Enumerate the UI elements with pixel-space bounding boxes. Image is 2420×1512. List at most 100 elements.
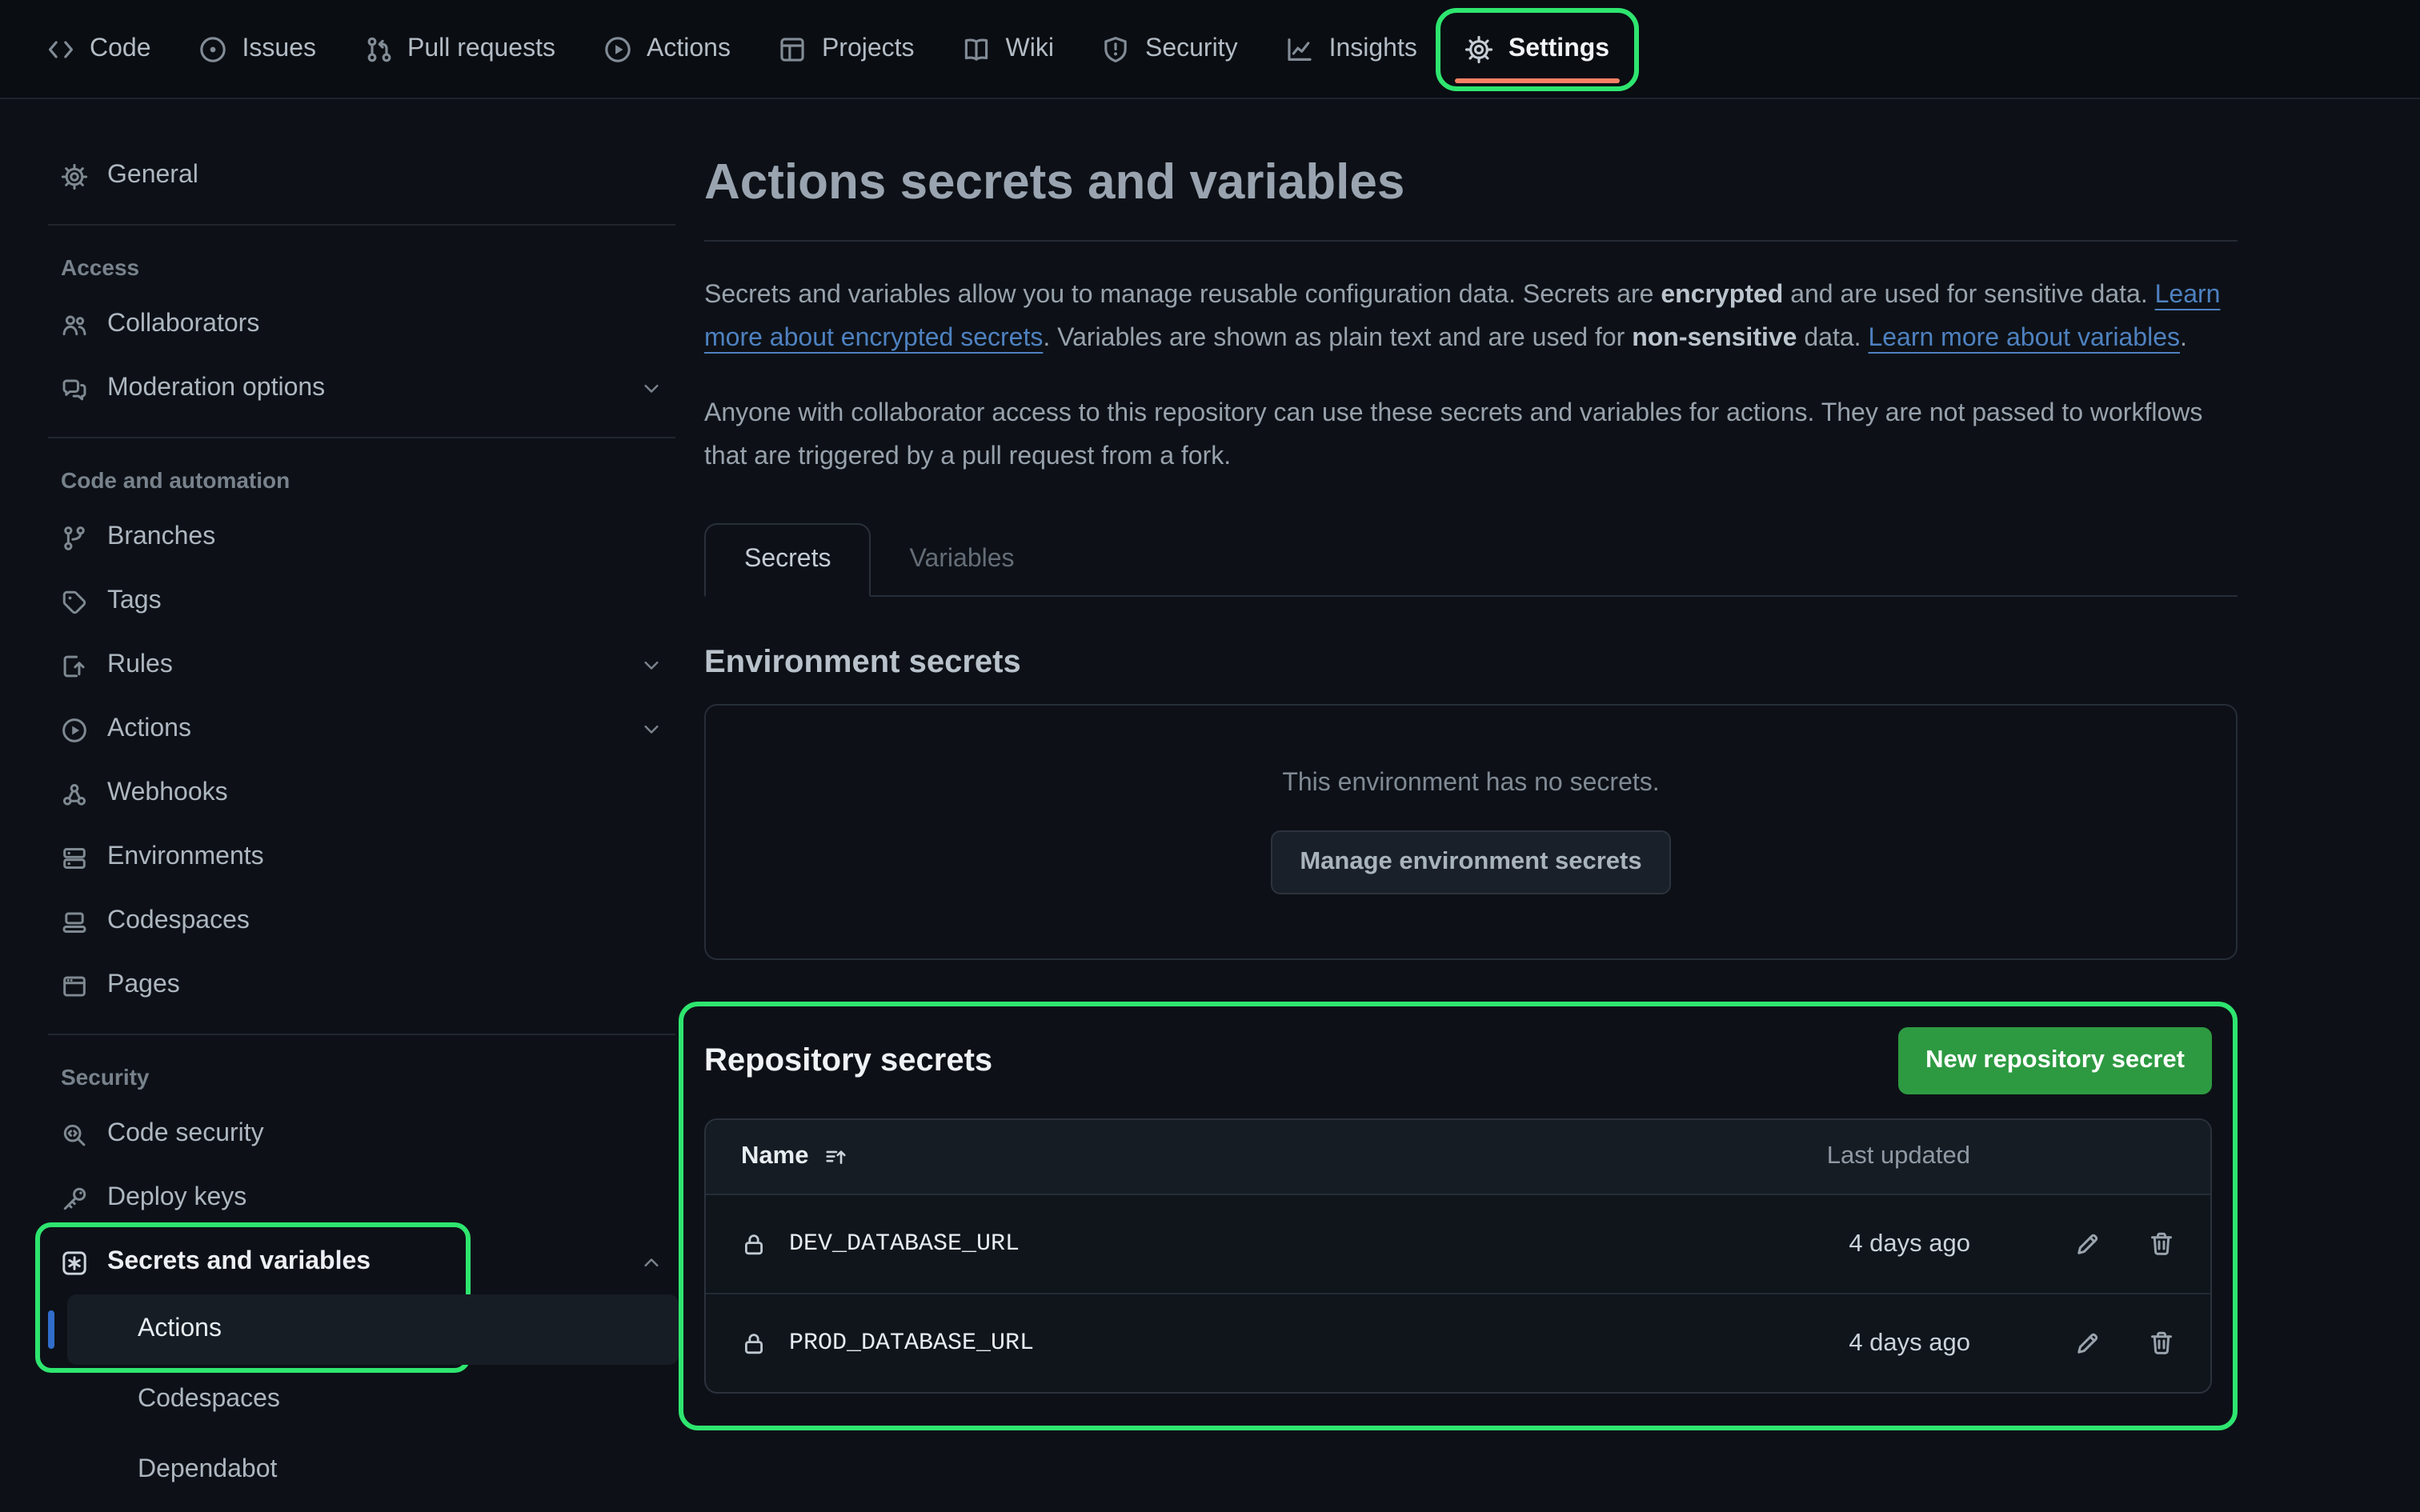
secret-last-updated: 4 days ago [1762,1329,1970,1358]
code-scan-icon [61,1121,88,1148]
code-icon [46,34,75,63]
tab-actions[interactable]: Actions [579,12,755,86]
sidebar-item-secrets-and-variables[interactable]: Secrets and variables [45,1230,679,1294]
gear-icon [1465,34,1494,63]
secrets-and-variables-group: Secrets and variables Actions [45,1230,679,1365]
asterisk-box-icon [61,1249,88,1276]
sidebar-section-access: Access [45,245,679,293]
sidebar-item-label: Codespaces [107,907,250,936]
collaborator-note: Anyone with collaborator access to this … [704,392,2238,478]
repo-tab-bar: Code Issues Pull requests Actions Projec… [0,0,2420,99]
tab-issues-label: Issues [242,34,317,63]
sidebar-item-label: Tags [107,587,162,616]
intro-text: Secrets and variables allow you to manag… [704,282,1661,309]
sidebar-item-label: Code security [107,1120,264,1149]
tab-wiki[interactable]: Wiki [939,12,1078,86]
comment-discussion-icon [61,375,88,402]
sidebar-divider [48,1034,675,1035]
sidebar-item-general[interactable]: General [45,144,679,208]
secrets-variables-tabs: Secrets Variables [704,523,2238,597]
issue-opened-icon [199,34,228,63]
tag-icon [61,588,88,615]
sidebar-item-moderation-options[interactable]: Moderation options [45,357,679,421]
secret-last-updated: 4 days ago [1762,1230,1970,1258]
tab-variables[interactable]: Variables [871,525,1053,595]
sidebar-item-label: Secrets and variables [107,1248,371,1277]
new-repository-secret-button[interactable]: New repository secret [1898,1027,2212,1094]
sidebar-item-codespaces[interactable]: Codespaces [45,890,679,954]
last-updated-column-header: Last updated [1762,1142,1970,1171]
codespaces-icon [61,908,88,935]
sidebar-item-rules[interactable]: Rules [45,634,679,698]
tab-settings[interactable]: Settings [1441,12,1633,86]
webhook-icon [61,780,88,807]
shield-icon [1102,34,1131,63]
sidebar-item-webhooks[interactable]: Webhooks [45,762,679,826]
sort-ascending-icon[interactable] [824,1145,848,1169]
sidebar-divider [48,437,675,438]
tab-security-label: Security [1145,34,1238,63]
sidebar-item-code-security[interactable]: Code security [45,1102,679,1166]
environment-secrets-heading: Environment secrets [704,645,2238,682]
intro-text: and are used for sensitive data. [1783,282,2154,309]
sidebar-subitem-label: Actions [138,1315,222,1344]
sidebar-item-label: Branches [107,523,215,552]
repository-secrets-header: Repository secrets New repository secret [704,1026,2212,1096]
intro-text: data. [1797,325,1868,352]
sidebar-subitem-codespaces[interactable]: Codespaces [67,1365,679,1435]
tab-code[interactable]: Code [22,12,175,86]
key-icon [61,1185,88,1212]
tab-pull-requests-label: Pull requests [407,34,555,63]
book-icon [963,34,992,63]
trash-icon[interactable] [2148,1330,2175,1357]
chevron-down-icon [640,718,663,741]
browser-icon [61,972,88,999]
sidebar-item-label: Environments [107,843,264,872]
environment-secrets-box: This environment has no secrets. Manage … [704,704,2238,960]
sidebar-item-pages[interactable]: Pages [45,954,679,1018]
tab-projects[interactable]: Projects [755,12,939,86]
chevron-down-icon [640,654,663,677]
intro-paragraph: Secrets and variables allow you to manag… [704,274,2238,360]
page-title: Actions secrets and variables [704,154,2238,211]
sidebar-item-environments[interactable]: Environments [45,826,679,890]
sidebar-item-deploy-keys[interactable]: Deploy keys [45,1166,679,1230]
secret-name: PROD_DATABASE_URL [789,1330,1034,1357]
edit-pencil-icon[interactable] [2074,1330,2101,1357]
secret-name: DEV_DATABASE_URL [789,1230,1020,1258]
sidebar-item-label: Deploy keys [107,1184,246,1213]
tab-secrets[interactable]: Secrets [704,523,871,597]
trash-icon[interactable] [2148,1230,2175,1258]
github-settings-page: Code Issues Pull requests Actions Projec… [0,0,2420,1512]
sidebar-subitem-label: Codespaces [138,1386,280,1414]
sidebar-subitem-actions[interactable]: Actions [67,1294,679,1365]
sidebar-item-label: Collaborators [107,310,259,339]
sidebar-item-collaborators[interactable]: Collaborators [45,293,679,357]
link-learn-variables[interactable]: Learn more about variables [1868,325,2180,352]
sidebar-item-label: Moderation options [107,374,325,403]
sidebar-subitem-dependabot[interactable]: Dependabot [67,1435,679,1506]
tab-actions-label: Actions [647,34,731,63]
edit-pencil-icon[interactable] [2074,1230,2101,1258]
tab-security[interactable]: Security [1078,12,1262,86]
tab-insights[interactable]: Insights [1262,12,1441,86]
tab-issues[interactable]: Issues [175,12,341,86]
active-tab-underline [1456,78,1619,82]
manage-environment-secrets-button[interactable]: Manage environment secrets [1271,830,1670,894]
tab-settings-label: Settings [1508,34,1609,63]
table-row: DEV_DATABASE_URL 4 days ago [706,1195,2210,1293]
git-pull-request-icon [364,34,393,63]
chevron-down-icon [640,378,663,400]
sidebar-item-actions[interactable]: Actions [45,698,679,762]
table-row: PROD_DATABASE_URL 4 days ago [706,1293,2210,1392]
sidebar-item-branches[interactable]: Branches [45,506,679,570]
sidebar-item-tags[interactable]: Tags [45,570,679,634]
tab-insights-label: Insights [1329,34,1417,63]
people-icon [61,311,88,338]
tab-pull-requests[interactable]: Pull requests [340,12,579,86]
tab-code-label: Code [90,34,151,63]
main-content: Actions secrets and variables Secrets an… [704,99,2238,1506]
lock-icon [741,1231,767,1257]
intro-bold-non-sensitive: non-sensitive [1632,325,1797,352]
git-branch-icon [61,524,88,551]
